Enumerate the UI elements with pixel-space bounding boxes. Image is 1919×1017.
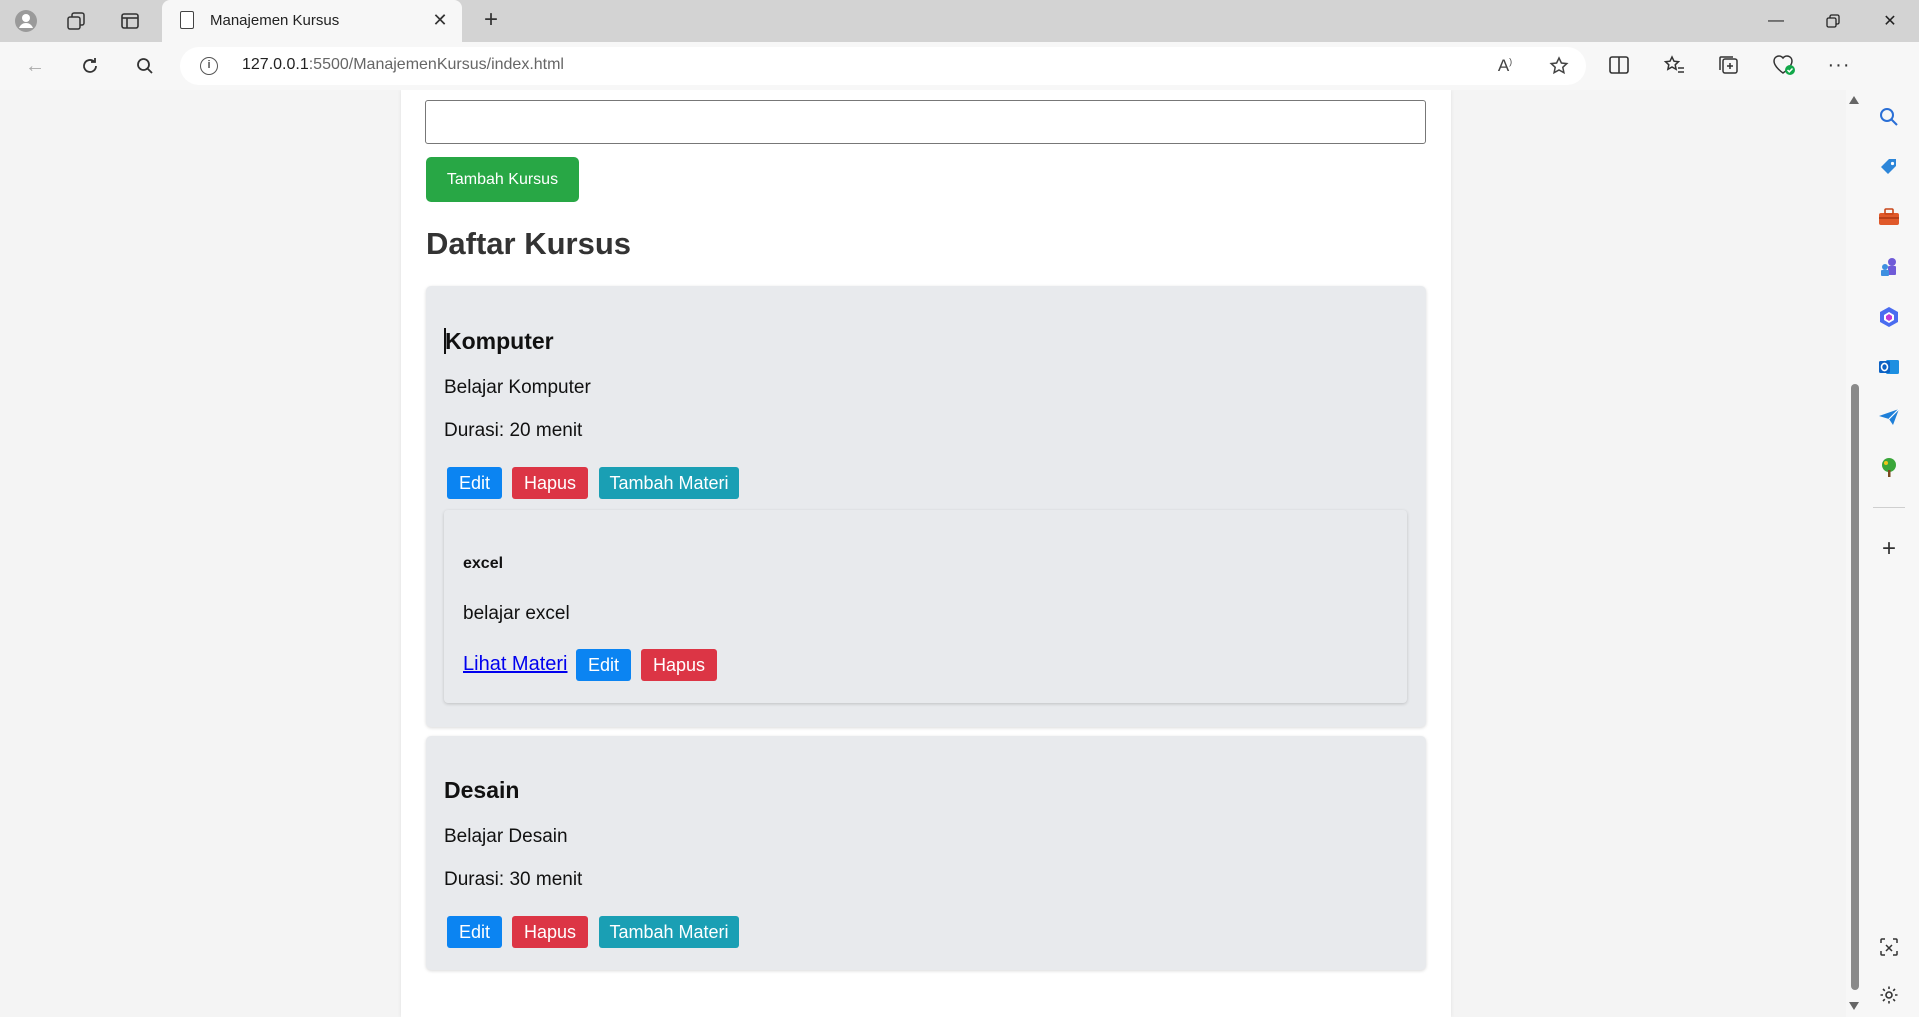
close-window-icon[interactable]: ✕ xyxy=(1868,7,1912,35)
read-aloud-icon[interactable]: A) xyxy=(1493,55,1517,77)
browser-essentials-icon[interactable] xyxy=(1771,52,1797,78)
restore-icon[interactable] xyxy=(1811,7,1855,35)
add-material-button[interactable]: Tambah Materi xyxy=(599,467,739,499)
material-description: belajar excel xyxy=(463,603,570,624)
delete-course-button[interactable]: Hapus xyxy=(512,467,588,499)
add-sidebar-app-icon[interactable]: + xyxy=(1876,535,1902,562)
material-title: excel xyxy=(463,555,504,572)
course-name-input[interactable] xyxy=(425,100,1426,144)
add-material-button[interactable]: Tambah Materi xyxy=(599,916,739,948)
page-icon xyxy=(180,11,194,29)
delete-course-button[interactable]: Hapus xyxy=(512,916,588,948)
scrollbar-thumb[interactable] xyxy=(1851,384,1859,990)
delete-material-button[interactable]: Hapus xyxy=(641,649,717,681)
edit-course-button[interactable]: Edit xyxy=(447,467,502,499)
site-info-icon[interactable]: i xyxy=(200,57,218,75)
tab-bar: Manajemen Kursus ✕ + — ✕ xyxy=(0,0,1919,42)
new-tab-icon[interactable]: + xyxy=(478,8,504,34)
url-bar[interactable]: i 127.0.0.1:5500/ManajemenKursus/index.h… xyxy=(180,47,1586,85)
tools-briefcase-icon[interactable] xyxy=(1876,204,1902,230)
send-drop-icon[interactable] xyxy=(1876,404,1902,430)
split-screen-icon[interactable] xyxy=(1606,52,1632,78)
course-description: Belajar Desain xyxy=(444,826,568,847)
games-chess-icon[interactable] xyxy=(1876,254,1902,280)
address-bar-row: ← i 127.0.0.1:5500/ManajemenKursus/index… xyxy=(0,42,1919,90)
more-options-icon[interactable]: ··· xyxy=(1826,52,1852,78)
course-duration: Durasi: 30 menit xyxy=(444,869,583,890)
url-text: 127.0.0.1:5500/ManajemenKursus/index.htm… xyxy=(242,56,564,73)
favorites-icon[interactable] xyxy=(1661,52,1687,78)
scroll-up-arrow-icon[interactable] xyxy=(1849,96,1859,104)
screenshot-icon[interactable] xyxy=(1876,934,1902,960)
favorite-star-icon[interactable] xyxy=(1547,55,1571,77)
add-course-button[interactable]: Tambah Kursus xyxy=(426,157,579,202)
search-icon[interactable] xyxy=(132,53,158,79)
tab-title: Manajemen Kursus xyxy=(210,12,340,29)
settings-gear-icon[interactable] xyxy=(1876,982,1902,1008)
profile-icon[interactable] xyxy=(14,9,38,33)
back-icon[interactable]: ← xyxy=(22,53,48,79)
course-title: Komputer xyxy=(445,328,554,354)
microsoft-365-icon[interactable] xyxy=(1876,304,1902,330)
course-title: Desain xyxy=(444,777,520,803)
refresh-icon[interactable] xyxy=(77,53,103,79)
edge-sidebar: + xyxy=(1859,42,1919,1017)
course-duration: Durasi: 20 menit xyxy=(444,420,583,441)
outlook-icon[interactable] xyxy=(1876,354,1902,380)
tree-icon[interactable] xyxy=(1876,454,1902,480)
edit-course-button[interactable]: Edit xyxy=(447,916,502,948)
minimize-icon[interactable]: — xyxy=(1754,7,1798,35)
course-list-heading: Daftar Kursus xyxy=(426,226,631,261)
view-material-link[interactable]: Lihat Materi xyxy=(463,653,568,676)
sidebar-divider xyxy=(1873,507,1905,508)
vertical-tabs-icon[interactable] xyxy=(118,9,142,33)
tab-manajemen-kursus[interactable]: Manajemen Kursus ✕ xyxy=(162,0,462,42)
sidebar-search-icon[interactable] xyxy=(1876,104,1902,130)
scroll-down-arrow-icon[interactable] xyxy=(1849,1002,1859,1010)
close-tab-icon[interactable]: ✕ xyxy=(430,10,450,30)
course-description: Belajar Komputer xyxy=(444,377,591,398)
workspaces-icon[interactable] xyxy=(64,9,88,33)
edit-material-button[interactable]: Edit xyxy=(576,649,631,681)
shopping-tag-icon[interactable] xyxy=(1876,154,1902,180)
collections-icon[interactable] xyxy=(1716,52,1742,78)
